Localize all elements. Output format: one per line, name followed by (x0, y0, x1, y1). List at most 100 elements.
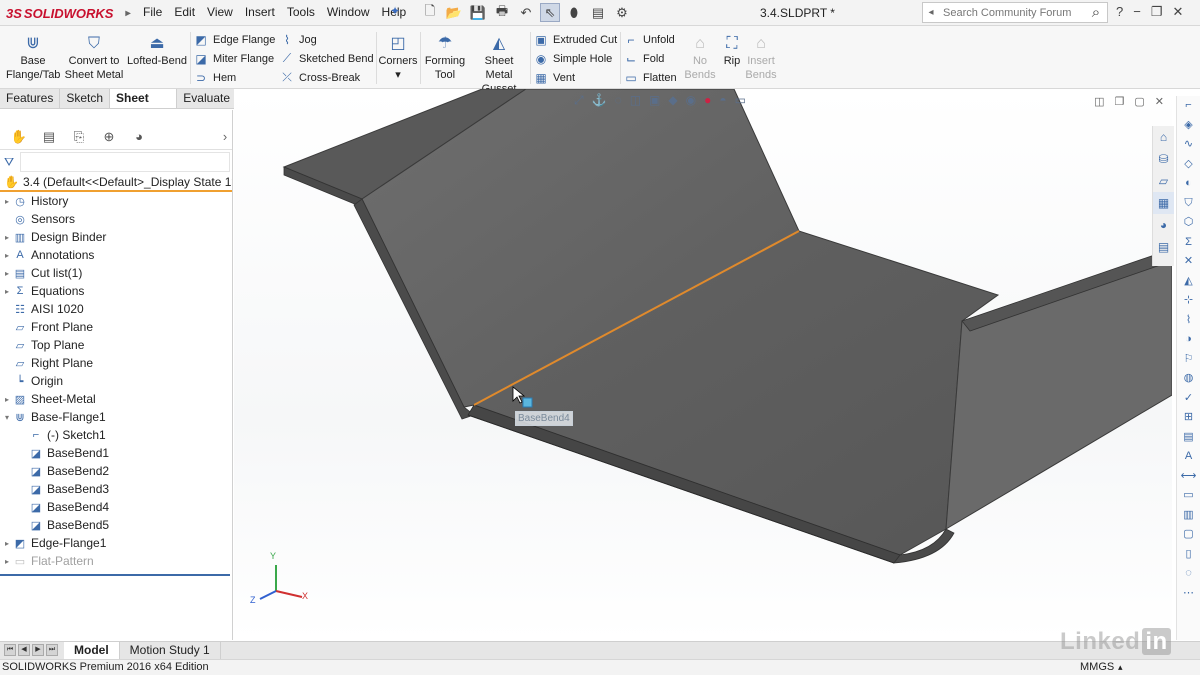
notes-icon[interactable]: ▭ (1177, 486, 1200, 506)
vent-button[interactable]: ▦ Vent (534, 68, 617, 87)
unit-system[interactable]: MMGS (1080, 660, 1114, 675)
home-icon[interactable]: ⌂ (1153, 126, 1174, 148)
collapse-icon[interactable]: ▾ (2, 413, 12, 422)
appearances-icon[interactable]: ◕ (1153, 214, 1174, 236)
part-features-icon[interactable]: ⬡ (1177, 213, 1200, 233)
sketched-bend-button[interactable]: ⟋ Sketched Bend (280, 49, 374, 68)
menu-tools[interactable]: Tools (281, 5, 321, 19)
options-gear-icon[interactable]: ⚙ (612, 3, 632, 22)
search-scope-icon[interactable]: ◂ (923, 7, 939, 18)
minimize-button[interactable]: − (1133, 4, 1141, 20)
filter-input[interactable] (20, 152, 231, 172)
tab-evaluate[interactable]: Evaluate (177, 89, 237, 108)
tolerance-icon[interactable]: ⊞ (1177, 408, 1200, 428)
menu-insert[interactable]: Insert (239, 5, 281, 19)
assembly-icon[interactable]: ◑ (1177, 330, 1200, 350)
flag-icon[interactable]: ⚐ (1177, 350, 1200, 370)
units-dropdown-icon[interactable]: ▴ (1118, 660, 1123, 675)
hide-show-icon[interactable]: ◉ (686, 93, 696, 108)
feature-manager-icon[interactable]: ✋ (4, 129, 34, 145)
search-box[interactable]: ◂ Search Community Forum ⌕ (922, 2, 1108, 23)
zoom-area-icon[interactable]: ⚓ (592, 93, 607, 108)
blocks-icon[interactable]: ▢ (1177, 525, 1200, 545)
rollback-bar[interactable] (0, 574, 230, 576)
display-manager-icon[interactable]: ◕ (124, 129, 154, 144)
hem-button[interactable]: ⊃ Hem (194, 68, 275, 87)
tree-item-basebend4[interactable]: ◪ BaseBend4 (0, 498, 232, 516)
dimension-icon[interactable]: ⟷ (1177, 467, 1200, 487)
file-properties-icon[interactable]: ▤ (588, 3, 608, 22)
check-icon[interactable]: ✓ (1177, 389, 1200, 409)
scene-icon[interactable]: ◓ (719, 93, 726, 108)
prev-tab-icon[interactable]: ◀ (18, 644, 30, 656)
viewport-close-icon[interactable]: ✕ (1155, 95, 1164, 108)
display-style-icon[interactable]: ◆ (668, 93, 677, 108)
undo-icon[interactable]: ↶ (516, 3, 536, 22)
tab-features[interactable]: Features (0, 89, 61, 108)
last-tab-icon[interactable]: ⏭ (46, 644, 58, 656)
tree-item-basebend2[interactable]: ◪ BaseBend2 (0, 462, 232, 480)
print-icon[interactable]: 🖶 (492, 3, 512, 22)
rebuild-icon[interactable]: ⬮ (564, 3, 584, 22)
extruded-cut-button[interactable]: ▣ Extruded Cut (534, 30, 617, 49)
logo-menu-arrow-icon[interactable]: ▸ (125, 8, 130, 19)
forming-tool-button[interactable]: ☂ Forming Tool (422, 36, 468, 82)
weldments-icon[interactable]: ⌇ (1177, 311, 1200, 331)
tree-item-basebend3[interactable]: ◪ BaseBend3 (0, 480, 232, 498)
menu-file[interactable]: File (137, 5, 168, 19)
reference-geometry-icon[interactable]: ◇ (1177, 155, 1200, 175)
tree-item-edge-flange1[interactable]: ▸ ◩ Edge-Flange1 (0, 534, 232, 552)
molds-icon[interactable]: ◭ (1177, 272, 1200, 292)
sum-icon[interactable]: Σ (1177, 233, 1200, 253)
search-input[interactable]: Search Community Forum (939, 7, 1085, 19)
expand-icon[interactable]: ▸ (2, 287, 12, 296)
surfaces-icon[interactable]: ◐ (1177, 174, 1200, 194)
menu-edit[interactable]: Edit (168, 5, 201, 19)
shield-icon[interactable]: ⛉ (1177, 194, 1200, 214)
close-button[interactable]: ✕ (1172, 4, 1183, 20)
tree-item-basebend5[interactable]: ◪ BaseBend5 (0, 516, 232, 534)
convert-to-sheet-metal-button[interactable]: ⛉ Convert to Sheet Metal (64, 36, 124, 82)
mate-icon[interactable]: ◍ (1177, 369, 1200, 389)
open-icon[interactable]: 📂 (444, 3, 464, 22)
tree-item-flat-pattern[interactable]: ▸ ▭ Flat-Pattern (0, 552, 232, 570)
jog-button[interactable]: ⌇ Jog (280, 30, 374, 49)
view-palette-icon[interactable]: ▦ (1153, 192, 1174, 214)
expand-icon[interactable]: ▸ (2, 269, 12, 278)
tab-model[interactable]: Model (64, 642, 120, 659)
previous-view-icon[interactable]: ◌ (615, 93, 622, 108)
unfold-button[interactable]: ⌐ Unfold (624, 30, 677, 49)
tree-item-material[interactable]: ☷ AISI 1020 (0, 300, 232, 318)
annotation-icon[interactable]: A (1177, 447, 1200, 467)
tree-item-front-plane[interactable]: ▱ Front Plane (0, 318, 232, 336)
cube-icon[interactable]: ◈ (1177, 116, 1200, 136)
tree-item-design-binder[interactable]: ▸ ▥ Design Binder (0, 228, 232, 246)
property-manager-icon[interactable]: ▤ (34, 129, 64, 145)
tree-item-base-flange1[interactable]: ▾ ⋓ Base-Flange1 (0, 408, 232, 426)
base-flange-button[interactable]: ⋓ Base Flange/Tab (6, 36, 60, 82)
appearance-icon[interactable]: ● (704, 93, 711, 108)
expand-icon[interactable]: ▸ (2, 251, 12, 260)
select-pointer-icon[interactable]: ⇖ (540, 3, 560, 22)
corners-dropdown-icon[interactable]: ▾ (395, 69, 401, 81)
viewport-restore-icon[interactable]: ❐ (1115, 95, 1125, 108)
tree-item-annotations[interactable]: ▸ A Annotations (0, 246, 232, 264)
zoom-to-fit-icon[interactable]: ⤢ (574, 93, 584, 108)
save-icon[interactable]: 💾 (468, 3, 488, 22)
layers-icon[interactable]: ▥ (1177, 506, 1200, 526)
view-settings-icon[interactable]: ▭ (735, 93, 746, 108)
more-tools-icon[interactable]: ⋯ (1177, 584, 1200, 604)
expand-icon[interactable]: ▸ (2, 557, 12, 566)
measure-icon[interactable]: ⊹ (1177, 291, 1200, 311)
expand-icon[interactable]: ▸ (2, 395, 12, 404)
tree-item-sketch1[interactable]: ⌐ (-) Sketch1 (0, 426, 232, 444)
tree-item-sensors[interactable]: ◎ Sensors (0, 210, 232, 228)
expand-icon[interactable]: ▸ (2, 233, 12, 242)
corners-button[interactable]: ◰ Corners ▾ (378, 36, 418, 82)
miter-flange-button[interactable]: ◪ Miter Flange (194, 49, 275, 68)
solidworks-logo[interactable]: 3S SOLIDWORKS ▸ (6, 3, 131, 23)
fold-button[interactable]: ⌙ Fold (624, 49, 677, 68)
tab-sheet-metal[interactable]: Sheet Metal (110, 89, 178, 124)
chevron-right-icon[interactable]: › (218, 129, 232, 144)
new-document-icon[interactable]: 🗋 (420, 3, 440, 22)
